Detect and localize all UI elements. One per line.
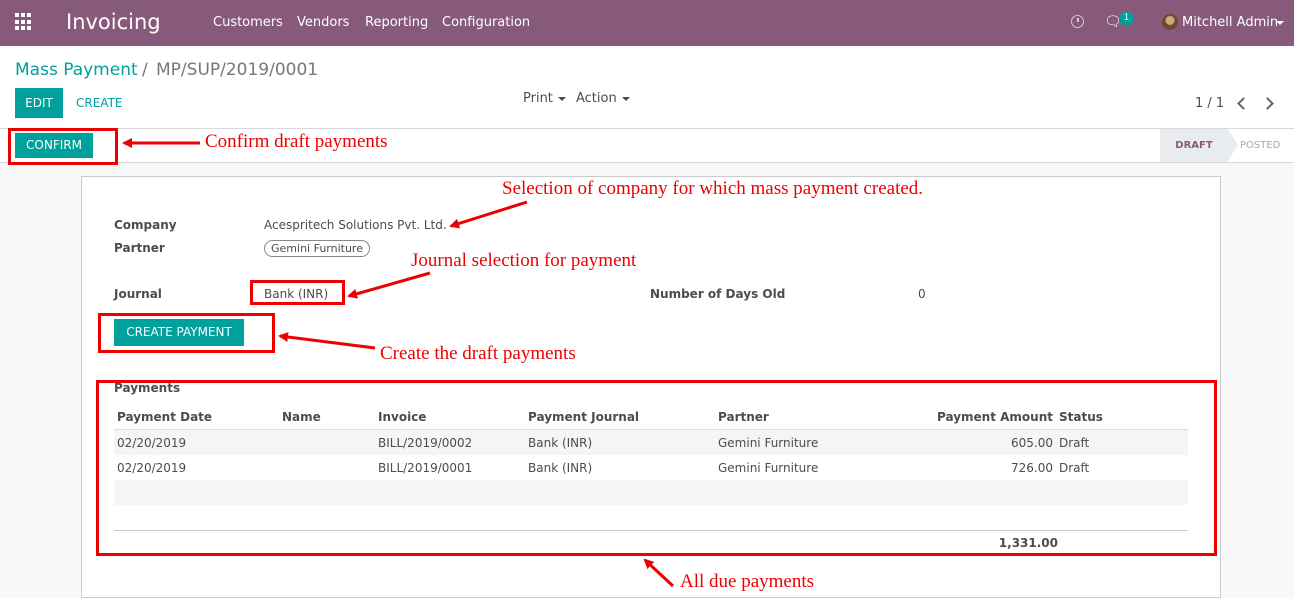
annotation-create-text: Create the draft payments — [380, 343, 576, 364]
arrow-create — [278, 332, 376, 350]
arrow-company — [449, 200, 528, 229]
annotation-journal-text: Journal selection for payment — [411, 250, 637, 271]
arrow-journal — [347, 271, 431, 299]
annotation-confirm-text: Confirm draft payments — [205, 131, 388, 152]
annotation-due-text: All due payments — [680, 571, 815, 592]
annotation-arrows — [122, 138, 675, 588]
annotation-company-text: Selection of company for which mass paym… — [502, 178, 924, 199]
arrow-due-payments — [643, 558, 675, 588]
